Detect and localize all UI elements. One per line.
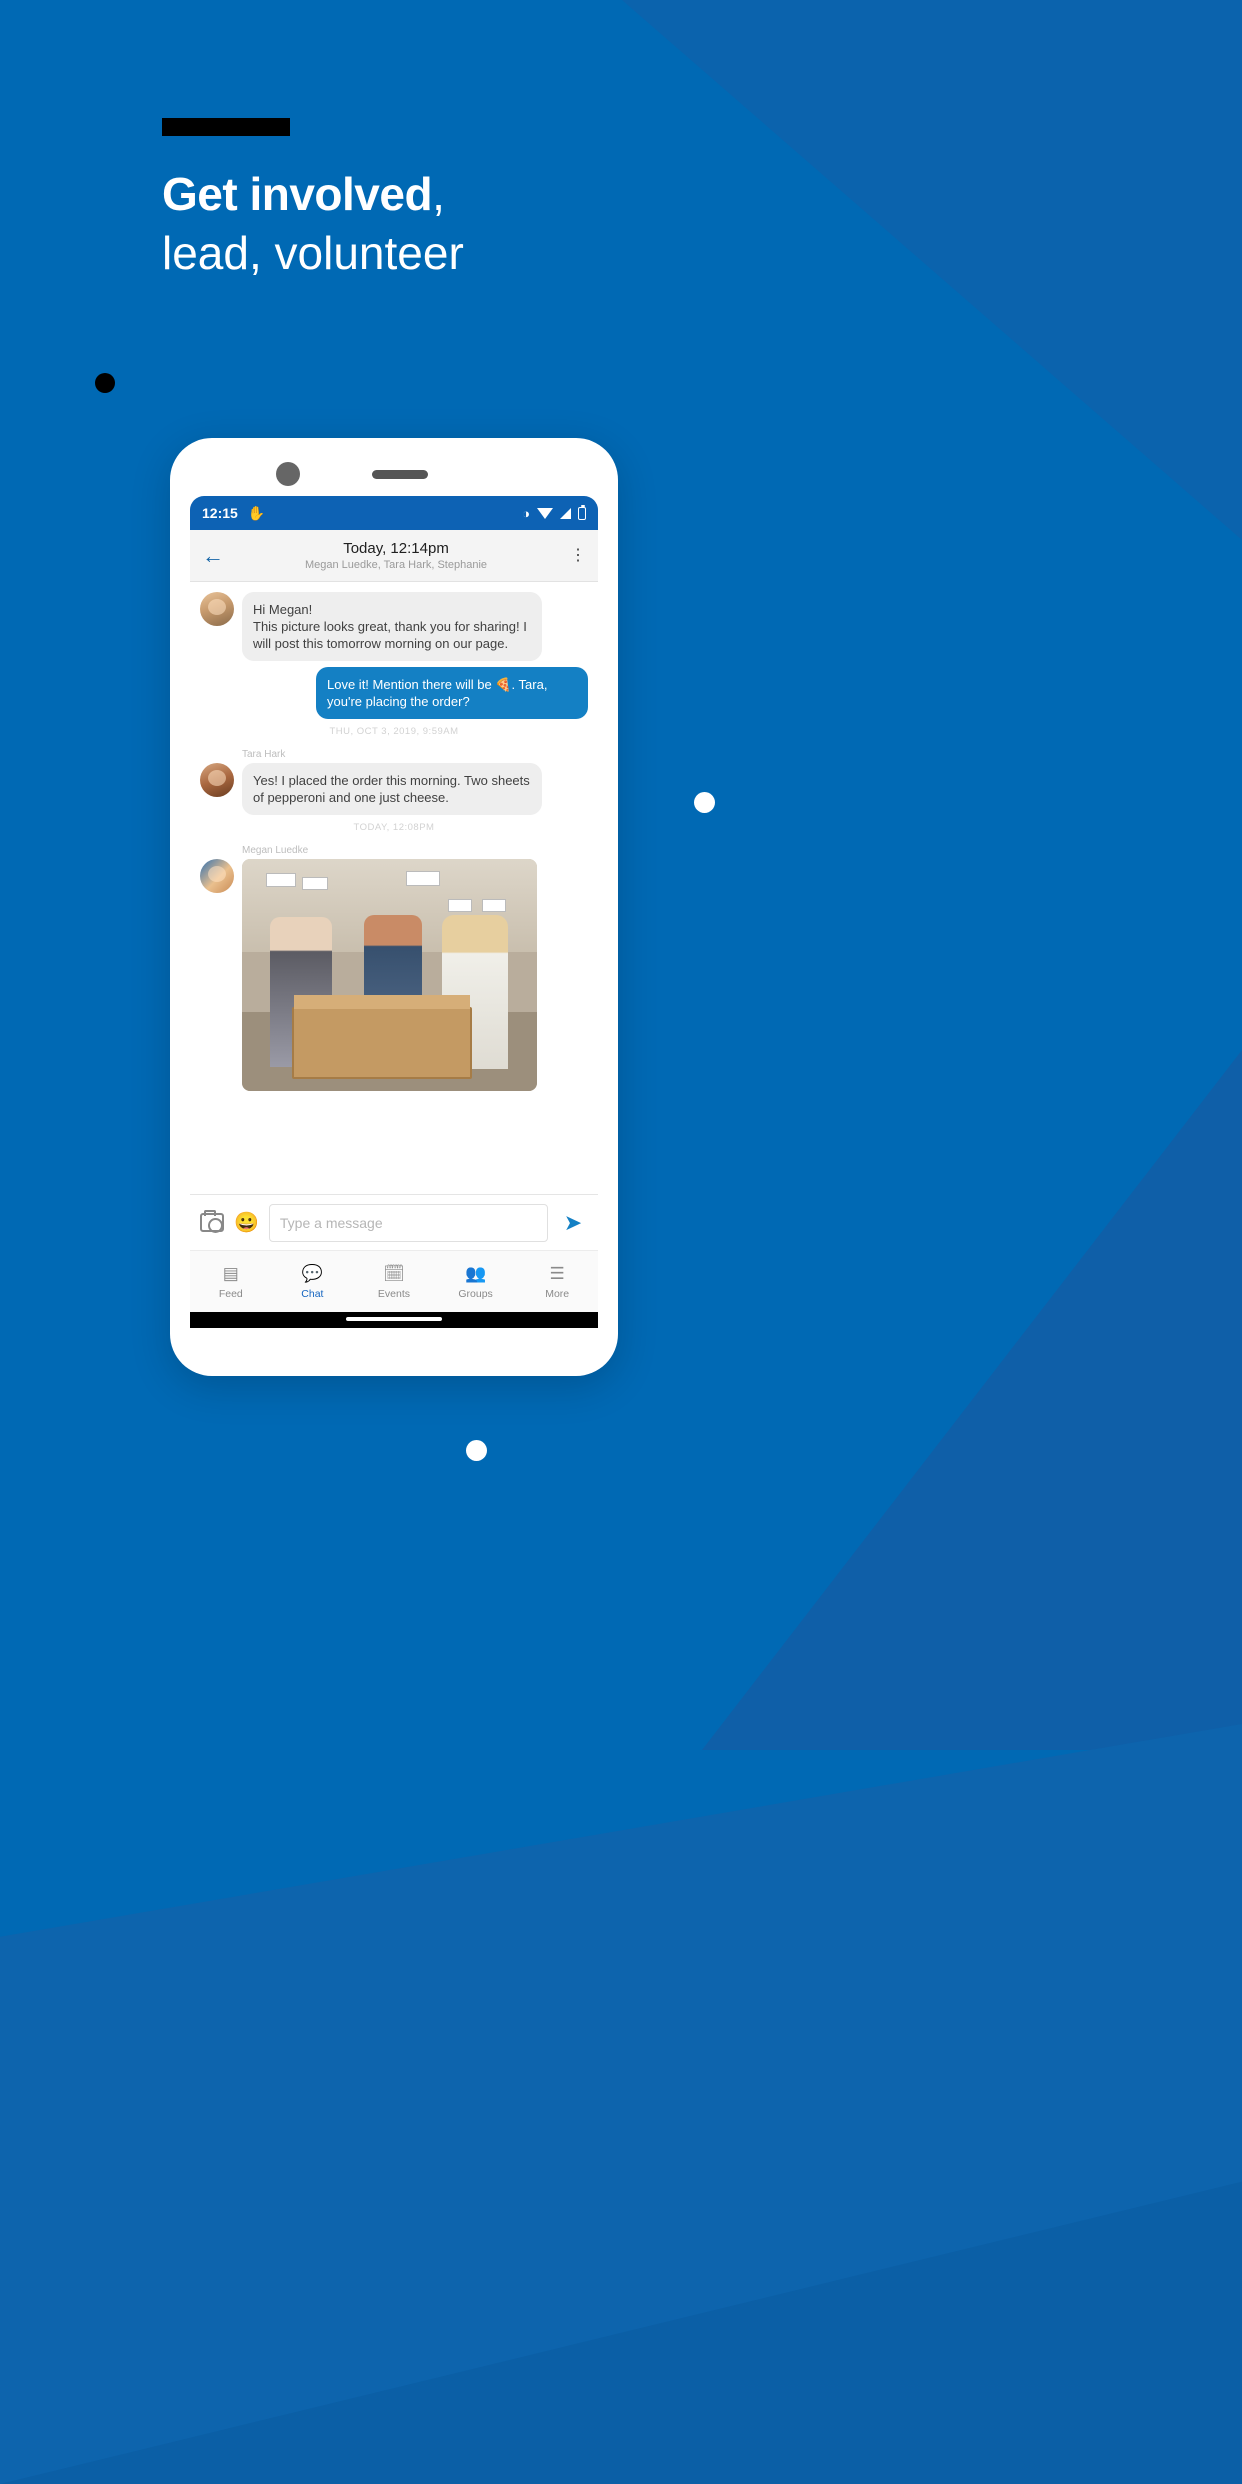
message-bubble: Hi Megan! This picture looks great, than… — [242, 592, 542, 661]
front-camera-icon — [276, 462, 300, 486]
nav-item-more[interactable]: ☰ More — [521, 1264, 593, 1300]
message-row-incoming: Yes! I placed the order this morning. Tw… — [200, 763, 588, 815]
vibrate-icon: ◑ — [522, 505, 530, 521]
kebab-menu-icon[interactable]: ⋮ — [560, 547, 586, 563]
message-row-incoming: Hi Megan! This picture looks great, than… — [200, 592, 588, 661]
camera-icon[interactable] — [200, 1210, 224, 1233]
nav-label: Feed — [218, 1287, 243, 1300]
decorative-dot-black — [95, 373, 115, 393]
headline-line-2: lead, volunteer — [162, 227, 464, 279]
redaction-bar — [162, 118, 290, 136]
groups-icon: 👥 — [464, 1263, 487, 1283]
decorative-dot-white-right — [694, 792, 715, 813]
phone-top-bezel — [170, 438, 618, 490]
send-icon[interactable]: ➤ — [558, 1210, 588, 1236]
photo-shelf-tag — [482, 899, 506, 912]
timestamp-divider: THU, OCT 3, 2019, 9:59AM — [329, 726, 459, 737]
photo-attachment[interactable] — [242, 859, 537, 1091]
headline-line-1: Get involved, — [162, 166, 464, 223]
chat-title: Today, 12:14pm — [343, 539, 449, 557]
nav-label: Events — [377, 1287, 411, 1300]
hand-icon: ✋ — [247, 504, 266, 521]
message-input[interactable]: Type a message — [268, 1203, 548, 1242]
photo-shelf-tag — [266, 873, 296, 887]
back-arrow-icon[interactable]: ← — [202, 543, 232, 569]
promo-headline-block: Get involved, lead, volunteer — [162, 118, 464, 283]
battery-icon — [578, 504, 586, 520]
photo-shelf-tag — [448, 899, 472, 912]
status-icons: ◑ — [522, 504, 586, 521]
bottom-navigation: ▤ Feed 💬 Chat 🗓 Events 👥 Groups ☰ More — [190, 1250, 598, 1312]
photo-shelf-tag — [302, 877, 328, 890]
nav-item-feed[interactable]: ▤ Feed — [195, 1264, 267, 1300]
nav-label: Chat — [301, 1287, 324, 1300]
photo-donation-box — [292, 995, 472, 1079]
headline-bold-text: Get involved — [162, 168, 433, 220]
nav-label: Groups — [458, 1287, 493, 1300]
decorative-dot-white-bottom — [466, 1440, 487, 1461]
chat-header-titles: Today, 12:14pm Megan Luedke, Tara Hark, … — [232, 539, 560, 573]
message-sender-name: Megan Luedke — [242, 845, 309, 856]
avatar — [200, 859, 234, 893]
message-sender-name: Tara Hark — [242, 749, 286, 760]
events-icon: 🗓 — [383, 1263, 405, 1283]
timestamp-divider: TODAY, 12:08PM — [353, 822, 435, 833]
nav-label: More — [545, 1287, 570, 1300]
nav-item-events[interactable]: 🗓 Events — [358, 1264, 430, 1300]
home-indicator — [190, 1312, 598, 1328]
feed-icon: ▤ — [222, 1263, 239, 1283]
emoji-icon[interactable]: 😀 — [234, 1213, 259, 1233]
nav-item-chat[interactable]: 💬 Chat — [276, 1264, 348, 1300]
message-row-photo — [200, 859, 588, 1091]
signal-icon — [560, 507, 571, 519]
phone-mockup: 12:15 ✋ ◑ ← Today, 12:14pm Megan Luedke,… — [170, 438, 618, 1376]
avatar — [200, 763, 234, 797]
photo-shelf-tag — [406, 871, 440, 886]
message-bubble: Yes! I placed the order this morning. Tw… — [242, 763, 542, 815]
avatar — [200, 592, 234, 626]
status-time: 12:15 — [202, 505, 238, 521]
phone-screen: 12:15 ✋ ◑ ← Today, 12:14pm Megan Luedke,… — [190, 496, 598, 1328]
nav-item-groups[interactable]: 👥 Groups — [440, 1264, 512, 1300]
more-icon: ☰ — [549, 1263, 565, 1283]
earpiece-speaker — [372, 470, 428, 479]
message-composer: 😀 Type a message ➤ — [190, 1194, 598, 1250]
status-bar: 12:15 ✋ ◑ — [190, 496, 598, 530]
headline-comma: , — [432, 168, 445, 220]
message-bubble: Love it! Mention there will be 🍕. Tara, … — [316, 667, 588, 719]
chat-header: ← Today, 12:14pm Megan Luedke, Tara Hark… — [190, 530, 598, 582]
wifi-icon — [537, 507, 553, 519]
chat-participants: Megan Luedke, Tara Hark, Stephanie — [304, 558, 488, 571]
message-row-outgoing: Love it! Mention there will be 🍕. Tara, … — [200, 667, 588, 719]
conversation-list[interactable]: Hi Megan! This picture looks great, than… — [190, 582, 598, 1162]
chat-icon: 💬 — [301, 1263, 323, 1283]
